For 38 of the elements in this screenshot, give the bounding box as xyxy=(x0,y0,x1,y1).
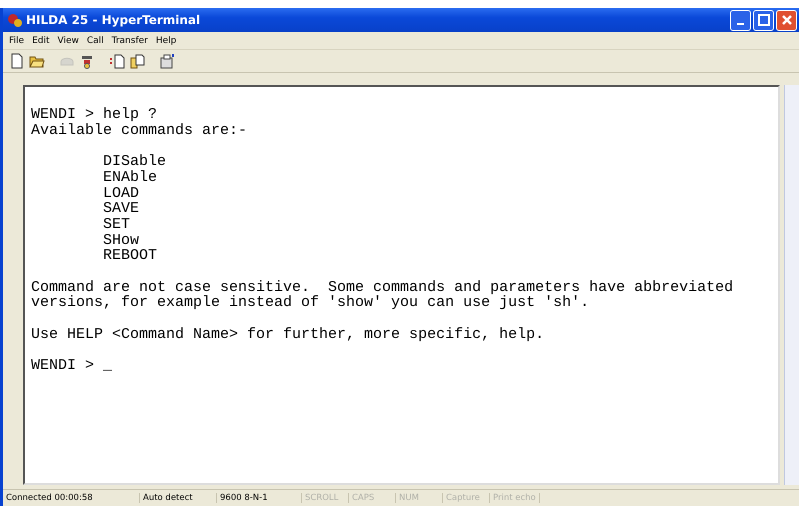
terminal-screen[interactable] xyxy=(23,85,780,485)
status-pane: Capture xyxy=(443,493,490,503)
terminal-line: Command are not case sensitive. Some commands and parameters have abbreviated xyxy=(31,280,734,296)
menu-item[interactable]: Help xyxy=(152,36,180,46)
status-pane: Auto detect xyxy=(140,493,217,503)
close-icon xyxy=(780,14,792,26)
window-title: HILDA 25 - HyperTerminal xyxy=(26,13,202,27)
terminal-line: SET xyxy=(103,216,132,233)
terminal-line: REBOOT xyxy=(103,248,158,264)
terminal-line: DISable xyxy=(103,154,168,170)
terminal-line: LOAD xyxy=(103,186,140,202)
status-pane: 9600 8-N-1 xyxy=(217,493,302,503)
terminal-line: SAVE xyxy=(103,201,140,217)
close-button[interactable] xyxy=(776,10,797,30)
terminal-line: Use HELP <Command Name> for further, more specific, help. xyxy=(31,326,546,342)
status-pane: Connected 00:00:58 xyxy=(3,493,140,503)
status-pane: SCROLL xyxy=(302,493,349,503)
terminal-line: ENAble xyxy=(103,170,158,186)
terminal-line: WENDI > help ? xyxy=(31,107,158,123)
terminal-line: WENDI > _ xyxy=(31,358,114,374)
menu-item[interactable]: View xyxy=(54,36,83,46)
minimize-button[interactable] xyxy=(730,10,751,30)
status-pane: NUM xyxy=(396,493,443,503)
terminal-line: Available commands are:- xyxy=(31,122,248,138)
status-pane: Print echo xyxy=(490,493,540,503)
minimize-icon xyxy=(737,23,744,25)
terminal-line: versions, for example instead of 'show' you can use just 'sh'. xyxy=(31,295,590,312)
send-file-icon[interactable] xyxy=(107,52,127,70)
terminal-line: SHow xyxy=(103,232,140,248)
app-icon xyxy=(7,12,23,28)
maximize-icon xyxy=(758,14,770,26)
menu-item[interactable]: Edit xyxy=(28,36,54,46)
maximize-button[interactable] xyxy=(753,10,774,30)
menu-item[interactable]: File xyxy=(5,36,28,46)
status-pane: CAPS xyxy=(349,493,396,503)
scrollbar[interactable] xyxy=(784,85,799,485)
menu-item[interactable]: Call xyxy=(82,36,108,46)
menu-item[interactable]: Transfer xyxy=(108,36,152,46)
